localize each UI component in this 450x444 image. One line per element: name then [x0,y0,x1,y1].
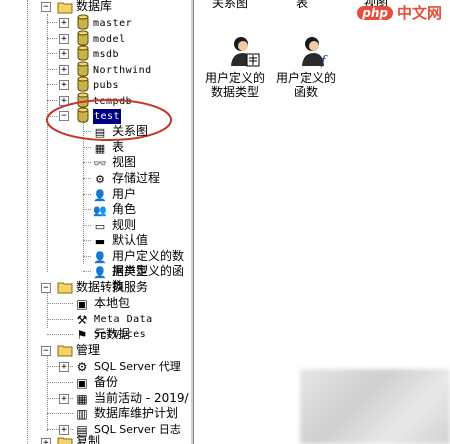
item-user-defined-type[interactable]: 用户定义的 数据类型 [199,34,271,99]
folder-icon [57,434,73,444]
table-icon: ▦ [94,141,106,155]
watermark-text: 中文网 [396,4,442,22]
management-child-item[interactable]: SQL Server 代理 [94,359,190,374]
default-icon: ▬ [94,234,106,248]
metadata-icon: ⚑ [76,328,88,342]
database-item[interactable]: msdb [93,47,119,62]
header-diagrams: 关系图 [212,0,249,10]
test-child-item[interactable]: 表 [112,140,190,155]
management-child-item[interactable]: SQL Server 日志 [94,422,190,437]
dts-label[interactable]: 数据转换服务 [76,280,148,295]
expand-item[interactable]: + [59,394,69,404]
test-child-item[interactable]: 默认值 [112,233,190,248]
maintenance-plan-icon: ▥ [76,407,88,421]
database-icon [75,30,91,46]
management-label[interactable]: 管理 [76,343,100,358]
folder-icon [57,342,73,358]
expand-database[interactable]: + [59,49,69,59]
backup-icon: ▣ [76,376,88,390]
user-defined-function-icon: f [301,37,328,69]
database-icon [75,61,91,77]
test-child-item[interactable]: 角色 [112,202,190,217]
rule-icon: ▭ [94,219,106,233]
collapse-databases[interactable]: − [41,2,51,12]
view-icon: 👓 [93,156,107,170]
database-item[interactable]: pubs [93,78,119,93]
test-child-item[interactable]: 关系图 [112,124,190,139]
current-activity-icon: ▦ [76,392,88,406]
watermark-logo: php 中文网 [357,2,442,23]
header-tables: 表 [296,0,309,10]
user-defined-type-icon [230,37,259,67]
folder-icon [57,0,73,15]
detail-pane: 关系图 表 视图 php 中文网 用户定义的 数据类型 f 用户定义的 函数 [194,0,450,444]
watermark-blur [300,369,450,444]
database-icon [75,76,91,92]
expand-replication[interactable]: + [41,438,51,444]
expand-database[interactable]: + [59,80,69,90]
meta-data-icon: ⚒ [76,313,88,327]
test-child-item[interactable]: 用户 [112,187,190,202]
stored-procedure-icon: ⚙ [95,172,105,186]
management-child-item[interactable]: 当前活动 - 2019/ [94,391,190,406]
folder-icon [57,279,73,295]
item-label-line2: 数据类型 [210,85,259,99]
dts-child-item[interactable]: 本地包 [94,296,190,311]
tree-panel: − 数据库 + master + model + msdb + Northwind + pubs +… [0,0,190,444]
user-defined-type-icon: 👤 [93,250,107,264]
management-child-item[interactable]: 数据库维护计划 [94,406,190,421]
database-icon [75,45,91,61]
sql-agent-icon: ⚙ [76,360,88,374]
role-icon: 👥 [93,203,107,217]
dts-child-item[interactable]: 元数据 [94,327,190,342]
item-user-defined-function[interactable]: f 用户定义的 函数 [270,34,342,99]
local-package-icon: ▣ [76,297,88,311]
test-child-item[interactable]: 存储过程 [112,171,190,186]
expand-database[interactable]: + [59,33,69,44]
watermark-badge: php [357,5,393,20]
database-icon [75,14,91,30]
replication-label[interactable]: 复制 [76,434,100,444]
user-defined-function-icon: 👤 [93,265,107,279]
database-item[interactable]: master [93,16,132,31]
databases-label[interactable]: 数据库 [76,0,112,14]
collapse-management[interactable]: − [41,346,51,356]
expand-item[interactable]: + [59,362,69,372]
management-child-item[interactable]: 备份 [94,375,190,390]
relationship-diagram-icon: ▤ [94,125,106,139]
expand-database[interactable]: + [59,18,69,28]
item-label-line2: 函数 [293,85,318,99]
test-child-item[interactable]: 规则 [112,218,190,233]
collapse-dts[interactable]: − [41,283,51,293]
item-label-line1: 用户定义的 [204,71,265,85]
database-item[interactable]: Northwind [93,63,152,78]
item-label-line1: 用户定义的 [275,71,336,85]
svg-text:f: f [320,54,328,68]
test-child-item[interactable]: 视图 [112,155,190,170]
database-item[interactable]: model [93,32,126,47]
expand-database[interactable]: + [59,64,69,75]
user-icon: 👤 [93,188,107,202]
